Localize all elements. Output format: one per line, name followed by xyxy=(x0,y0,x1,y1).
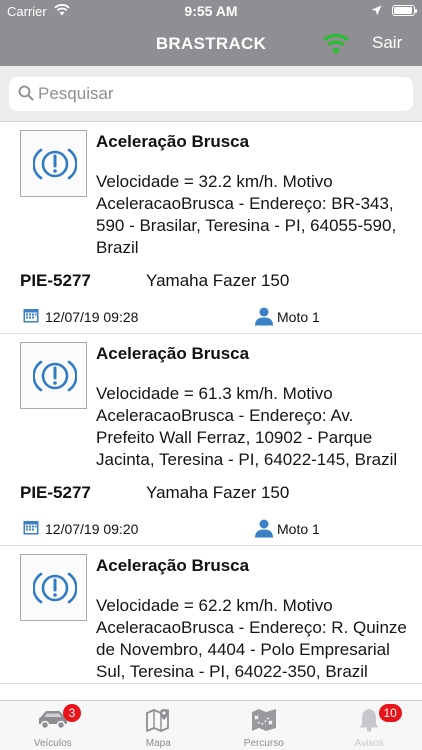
driver-name: Moto 1 xyxy=(277,309,320,325)
connection-status-wifi-icon xyxy=(321,32,351,56)
warning-alert-icon xyxy=(33,360,77,392)
battery-level xyxy=(394,7,413,14)
search-bar[interactable] xyxy=(9,77,413,111)
person-icon xyxy=(254,306,274,331)
alert-icon-box xyxy=(20,554,87,621)
alert-description: Velocidade = 62.2 km/h. Motivo Aceleraca… xyxy=(96,596,407,681)
alert-meta: 12/07/19 09:28 Moto 1 xyxy=(0,302,422,333)
search-area xyxy=(0,66,422,122)
vehicle-plate: PIE-5277 xyxy=(20,271,91,290)
alert-datetime: 12/07/19 09:20 xyxy=(45,521,139,537)
tab-avisos-label: Avisos xyxy=(354,738,384,749)
navigation-bar: BRASTRACK Sair xyxy=(0,22,422,66)
alert-datetime: 12/07/19 09:28 xyxy=(45,309,139,325)
tab-bar: 3 Veículos Mapa Percurso 10 Avisos xyxy=(0,700,422,750)
tab-veiculos-badge: 3 xyxy=(63,704,81,722)
search-input[interactable] xyxy=(38,80,398,108)
clock: 9:55 AM xyxy=(184,3,238,19)
warning-alert-icon xyxy=(33,148,77,180)
calendar-icon xyxy=(23,308,39,328)
warning-alert-icon xyxy=(33,572,77,604)
tab-avisos[interactable]: 10 Avisos xyxy=(317,701,422,750)
person-icon xyxy=(254,518,274,543)
logout-button[interactable]: Sair xyxy=(372,33,402,53)
alert-meta: 12/07/19 09:20 Moto 1 xyxy=(0,514,422,545)
alert-card[interactable]: Aceleração Brusca Velocidade = 61.3 km/h… xyxy=(0,334,422,546)
search-icon xyxy=(18,85,34,106)
alert-description: Velocidade = 32.2 km/h. Motivo Aceleraca… xyxy=(96,172,397,257)
alert-title: Aceleração Brusca xyxy=(96,556,250,575)
tab-mapa[interactable]: Mapa xyxy=(106,701,212,750)
tab-veiculos-label: Veículos xyxy=(33,738,72,749)
vehicle-model: Yamaha Fazer 150 xyxy=(146,271,290,290)
alert-icon-box xyxy=(20,130,87,197)
alert-description: Velocidade = 61.3 km/h. Motivo Aceleraca… xyxy=(96,384,398,469)
bell-icon xyxy=(357,707,381,738)
alert-icon-box xyxy=(20,342,87,409)
battery-icon xyxy=(392,5,417,16)
vehicle-info: PIE-5277 Yamaha Fazer 150 xyxy=(0,471,422,514)
vehicle-model: Yamaha Fazer 150 xyxy=(146,483,290,502)
alerts-list[interactable]: Aceleração Brusca Velocidade = 32.2 km/h… xyxy=(0,122,422,700)
map-icon xyxy=(145,707,171,738)
status-bar: Carrier 9:55 AM xyxy=(0,0,422,22)
location-arrow-icon xyxy=(371,4,382,19)
tab-mapa-label: Mapa xyxy=(145,738,171,749)
alert-card[interactable]: Aceleração Brusca Velocidade = 32.2 km/h… xyxy=(0,122,422,334)
driver-name: Moto 1 xyxy=(277,521,320,537)
alert-title: Aceleração Brusca xyxy=(96,132,250,151)
vehicle-plate: PIE-5277 xyxy=(20,483,91,502)
tab-percurso[interactable]: Percurso xyxy=(211,701,317,750)
calendar-icon xyxy=(23,520,39,540)
alert-card[interactable]: Aceleração Brusca Velocidade = 62.2 km/h… xyxy=(0,546,422,684)
vehicle-info: PIE-5277 Yamaha Fazer 150 xyxy=(0,259,422,302)
alert-title: Aceleração Brusca xyxy=(96,344,250,363)
app-title: BRASTRACK xyxy=(155,34,267,53)
route-map-icon xyxy=(250,707,278,738)
tab-percurso-label: Percurso xyxy=(243,738,284,749)
tab-avisos-badge: 10 xyxy=(378,704,402,722)
tab-veiculos[interactable]: 3 Veículos xyxy=(0,701,106,750)
